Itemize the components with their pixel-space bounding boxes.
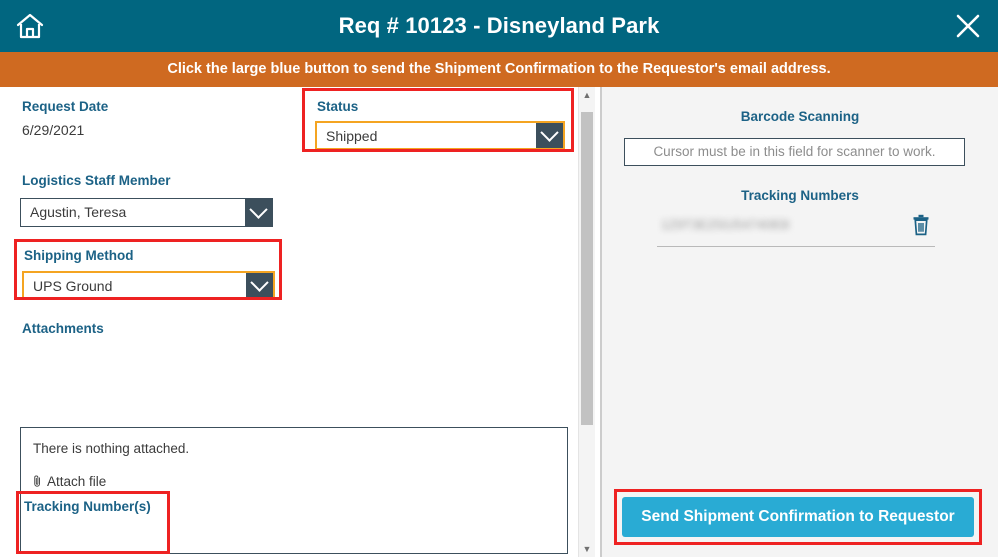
chevron-down-icon[interactable]	[245, 199, 272, 226]
logistics-staff-member-value: Agustin, Teresa	[30, 204, 127, 220]
attach-file-label: Attach file	[47, 474, 107, 489]
status-select[interactable]: Shipped	[315, 121, 565, 150]
send-shipment-confirmation-button[interactable]: Send Shipment Confirmation to Requestor	[622, 497, 974, 537]
status-label: Status	[317, 99, 359, 114]
window-header: Req # 10123 - Disneyland Park	[0, 0, 998, 52]
instruction-banner: Click the large blue button to send the …	[0, 52, 998, 87]
paperclip-icon	[32, 474, 43, 491]
chevron-up-icon[interactable]: ▲	[579, 87, 595, 103]
chevron-down-icon[interactable]: ▼	[579, 541, 595, 557]
chevron-down-icon[interactable]	[246, 273, 273, 298]
barcode-scanning-input[interactable]: Cursor must be in this field for scanner…	[624, 138, 965, 166]
attachments-label: Attachments	[22, 321, 104, 336]
status-select-value: Shipped	[326, 128, 378, 144]
logistics-staff-member-select[interactable]: Agustin, Teresa	[20, 198, 273, 227]
request-date-value: 6/29/2021	[22, 122, 85, 138]
attachments-panel: There is nothing attached. Attach file	[20, 427, 568, 554]
chevron-down-icon[interactable]	[536, 123, 563, 148]
logistics-staff-member-label: Logistics Staff Member	[22, 173, 171, 188]
form-scrollbar[interactable]: ▲ ▼	[578, 87, 595, 557]
trash-icon[interactable]	[911, 214, 931, 236]
attach-file-link[interactable]: Attach file	[32, 474, 106, 491]
tracking-numbers-list-label: Tracking Numbers	[741, 188, 859, 203]
attachments-empty-text: There is nothing attached.	[33, 441, 190, 456]
scanning-panel: Barcode Scanning Cursor must be in this …	[602, 87, 998, 557]
tracking-number-row: 1Z9T3E250J5474083I	[657, 207, 935, 247]
request-date-label: Request Date	[22, 99, 109, 114]
shipping-method-value: UPS Ground	[33, 278, 113, 294]
shipping-method-select[interactable]: UPS Ground	[22, 271, 275, 300]
page-title: Req # 10123 - Disneyland Park	[338, 13, 660, 38]
tracking-numbers-field-label: Tracking Number(s)	[24, 499, 151, 514]
tracking-number-value: 1Z9T3E250J5474083I	[661, 217, 790, 232]
close-icon[interactable]	[952, 10, 984, 42]
request-form-panel: Request Date 6/29/2021 Status Shipped Lo…	[0, 87, 578, 557]
barcode-scanning-label: Barcode Scanning	[740, 109, 860, 124]
shipping-method-label: Shipping Method	[24, 248, 134, 263]
scrollbar-thumb[interactable]	[581, 112, 593, 425]
